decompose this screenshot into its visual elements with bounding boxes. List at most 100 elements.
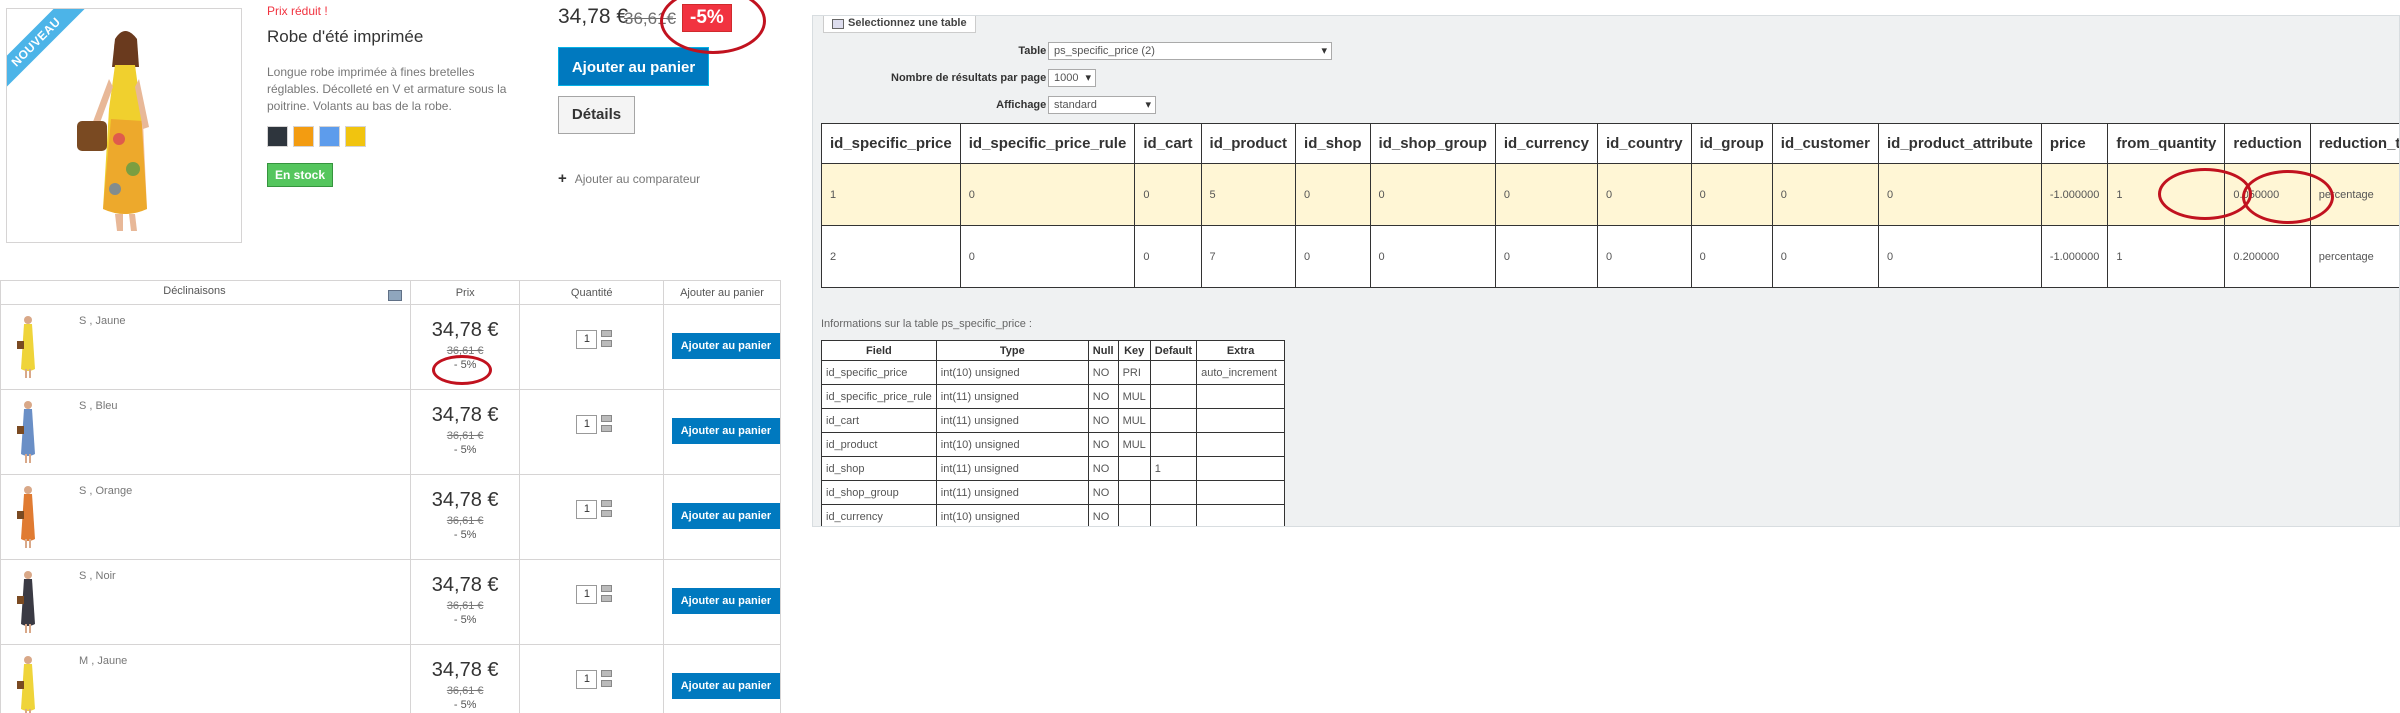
table-cell: percentage [2309, 163, 2399, 226]
combination-add-to-cart-button[interactable]: Ajouter au panier [671, 418, 780, 444]
quantity-stepper[interactable] [601, 415, 613, 435]
color-swatch[interactable] [267, 126, 288, 147]
color-swatch[interactable] [293, 126, 314, 147]
column-header[interactable]: from_quantity [2107, 123, 2226, 164]
increment-icon[interactable] [601, 585, 613, 592]
increment-icon[interactable] [601, 415, 613, 422]
add-to-compare-link[interactable]: + Ajouter au comparateur [558, 170, 700, 187]
column-header[interactable]: id_group [1690, 123, 1773, 164]
structure-cell [1149, 504, 1198, 526]
quantity-stepper[interactable] [601, 585, 613, 605]
cart-cell: Ajouter au panier [662, 559, 782, 645]
quantity-stepper[interactable] [601, 670, 613, 690]
filter-icon[interactable] [387, 289, 402, 301]
structure-header: Key [1117, 340, 1151, 361]
combination-thumbnail[interactable] [15, 653, 41, 713]
increment-icon[interactable] [601, 500, 613, 507]
quantity-stepper[interactable] [601, 500, 613, 520]
combination-thumbnail[interactable] [15, 313, 41, 381]
table-cell: 5 [1200, 163, 1297, 226]
combination-add-to-cart-button[interactable]: Ajouter au panier [671, 503, 780, 529]
combination-discount: - 5% [453, 444, 477, 456]
decrement-icon[interactable] [601, 680, 613, 687]
column-header[interactable]: price [2040, 123, 2109, 164]
price-cell: 34,78 € 36,61 € - 5% [409, 474, 521, 560]
column-header[interactable]: id_shop_group [1369, 123, 1496, 164]
quantity-input[interactable]: 1 [576, 330, 598, 349]
table-row[interactable]: 10050000000-1.00000010.050000percentage0… [821, 163, 2399, 226]
combination-row: S , Bleu 34,78 € 36,61 € - 5% 1 Ajouter au pa… [0, 389, 782, 475]
quantity-input[interactable]: 1 [576, 670, 598, 689]
column-header[interactable]: id_cart [1134, 123, 1202, 164]
table-cell: 1 [2107, 225, 2226, 288]
col-header-add-cart: Ajouter au panier [662, 280, 782, 305]
combination-thumbnail[interactable] [15, 483, 41, 551]
combination-thumbnail[interactable] [15, 398, 41, 466]
product-price: 34,78 € [558, 5, 629, 28]
quantity-cell: 1 [519, 389, 664, 475]
column-header[interactable]: id_country [1596, 123, 1692, 164]
structure-cell [1196, 504, 1286, 526]
combination-name: S , Jaune [79, 315, 126, 327]
column-header[interactable]: reduction_type [2309, 123, 2399, 164]
product-name[interactable]: Robe d'été imprimée [267, 27, 423, 47]
table-cell: 0 [1494, 225, 1598, 288]
decrement-icon[interactable] [601, 510, 613, 517]
decrement-icon[interactable] [601, 425, 613, 432]
structure-row: id_shop int(11) unsigned NO 1 [821, 456, 1286, 481]
combination-row: S , Jaune 34,78 € 36,61 € - 5% 1 Ajouter au p… [0, 304, 782, 390]
table-cell: 0 [1295, 163, 1371, 226]
combination-add-to-cart-button[interactable]: Ajouter au panier [671, 673, 780, 699]
combination-thumbnail[interactable] [15, 568, 41, 636]
specific-price-table: id_specific_price id_specific_price_rule i… [821, 123, 2399, 288]
column-header[interactable]: id_shop [1295, 123, 1371, 164]
structure-cell: 1 [1149, 456, 1198, 481]
results-per-page-select[interactable]: 1000 [1048, 69, 1096, 87]
combination-add-to-cart-button[interactable]: Ajouter au panier [671, 588, 780, 614]
table-cell: 0 [1690, 163, 1773, 226]
quantity-input[interactable]: 1 [576, 585, 598, 604]
price-cell: 34,78 € 36,61 € - 5% [409, 644, 521, 713]
column-header[interactable]: id_customer [1771, 123, 1880, 164]
column-header[interactable]: id_product [1200, 123, 1297, 164]
decrement-icon[interactable] [601, 340, 613, 347]
column-header[interactable]: id_product_attribute [1878, 123, 2042, 164]
combination-old-price: 36,61 € [446, 600, 484, 612]
combination-add-to-cart-button[interactable]: Ajouter au panier [671, 333, 780, 359]
product-image[interactable]: NOUVEAU [6, 8, 242, 243]
increment-icon[interactable] [601, 670, 613, 677]
display-select[interactable]: standard [1048, 96, 1156, 114]
cart-cell: Ajouter au panier [662, 474, 782, 560]
structure-cell [1117, 480, 1151, 505]
table-cell: 2 [821, 225, 961, 288]
column-header[interactable]: id_specific_price [821, 123, 961, 164]
col-header-combination: Déclinaisons [0, 280, 411, 305]
table-cell: 0 [1596, 163, 1692, 226]
quantity-input[interactable]: 1 [576, 415, 598, 434]
structure-cell: id_specific_price [821, 360, 937, 385]
table-cell: 0 [1134, 163, 1202, 226]
structure-cell [1196, 408, 1286, 433]
compare-label: Ajouter au comparateur [574, 172, 701, 186]
structure-cell: NO [1087, 408, 1119, 433]
product-description: Longue robe imprimée à fines bretelles r… [267, 65, 507, 113]
combination-cell: M , Jaune [0, 644, 411, 713]
column-header[interactable]: reduction [2224, 123, 2311, 164]
structure-cell: int(11) unsigned [935, 408, 1089, 433]
results-per-page-label: Nombre de résultats par page : [891, 72, 1053, 84]
decrement-icon[interactable] [601, 595, 613, 602]
table-cell: 0 [959, 225, 1136, 288]
color-swatch[interactable] [345, 126, 366, 147]
table-row[interactable]: 20070000000-1.00000010.200000percentage0… [821, 225, 2399, 288]
increment-icon[interactable] [601, 330, 613, 337]
quantity-input[interactable]: 1 [576, 500, 598, 519]
table-select[interactable]: ps_specific_price (2) [1048, 42, 1332, 60]
add-to-cart-button[interactable]: Ajouter au panier [558, 47, 709, 86]
column-header[interactable]: id_currency [1494, 123, 1598, 164]
column-header[interactable]: id_specific_price_rule [959, 123, 1136, 164]
display-label: Affichage : [996, 99, 1053, 111]
quantity-stepper[interactable] [601, 330, 613, 350]
details-button[interactable]: Détails [558, 96, 635, 134]
color-swatch[interactable] [319, 126, 340, 147]
structure-cell: MUL [1117, 432, 1151, 457]
